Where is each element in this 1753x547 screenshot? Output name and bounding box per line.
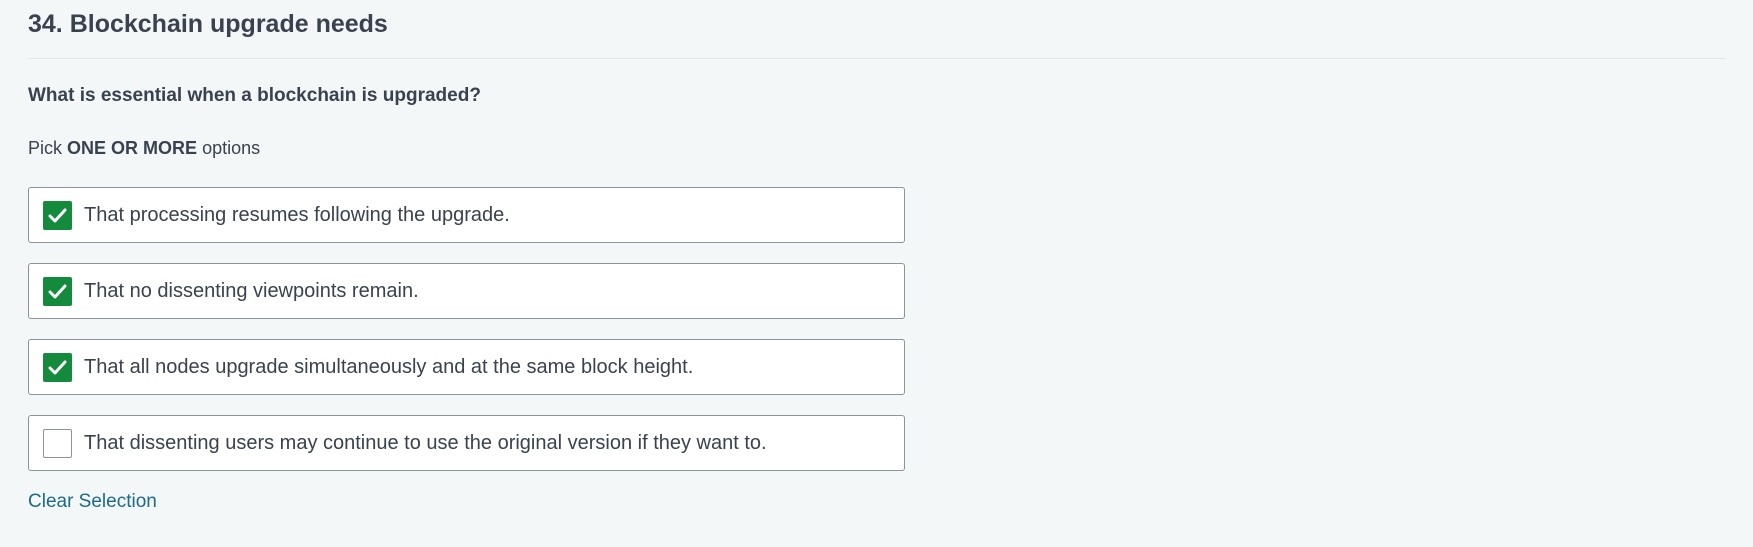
option-item-3[interactable]: That all nodes upgrade simultaneously an…	[28, 339, 905, 395]
option-label-4: That dissenting users may continue to us…	[84, 432, 767, 454]
option-label-2: That no dissenting viewpoints remain.	[84, 280, 419, 302]
option-item-1[interactable]: That processing resumes following the up…	[28, 187, 905, 243]
option-item-2[interactable]: That no dissenting viewpoints remain.	[28, 263, 905, 319]
option-item-4[interactable]: That dissenting users may continue to us…	[28, 415, 905, 471]
instruction-text: Pick ONE OR MORE options	[28, 138, 260, 159]
instruction-suffix: options	[202, 138, 261, 158]
question-title: 34. Blockchain upgrade needs	[28, 10, 388, 38]
option-checkbox-1[interactable]	[43, 201, 72, 230]
option-checkbox-4[interactable]	[43, 429, 72, 458]
question-header: 34. Blockchain upgrade needs	[28, 0, 1726, 59]
option-label-1: That processing resumes following the up…	[84, 204, 510, 226]
check-icon	[48, 208, 67, 223]
instruction-prefix: Pick	[28, 138, 63, 158]
check-icon	[48, 360, 67, 375]
option-checkbox-2[interactable]	[43, 277, 72, 306]
question-text: What is essential when a blockchain is u…	[28, 85, 481, 106]
instruction-emphasis: ONE OR MORE	[67, 138, 198, 158]
clear-selection-link[interactable]: Clear Selection	[28, 491, 157, 513]
option-checkbox-3[interactable]	[43, 353, 72, 382]
check-icon	[48, 284, 67, 299]
option-label-3: That all nodes upgrade simultaneously an…	[84, 356, 694, 378]
options-list: That processing resumes following the up…	[28, 187, 905, 491]
